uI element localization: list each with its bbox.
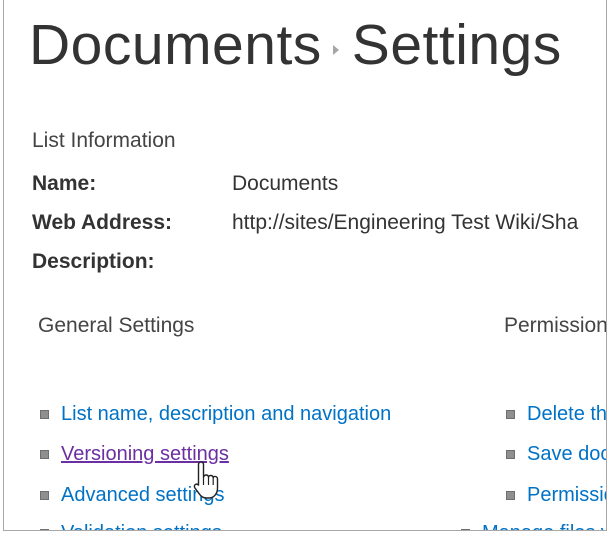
permissions-link[interactable]: Permissio <box>527 483 606 507</box>
page-title: Documents Settings <box>29 8 562 78</box>
permissions-heading: Permission <box>504 314 607 337</box>
name-label: Name: <box>32 172 97 195</box>
delete-list-link[interactable]: Delete th <box>527 402 606 426</box>
square-bullet-icon <box>40 490 49 500</box>
validation-settings-link[interactable]: Validation settings <box>61 521 222 530</box>
chevron-right-icon <box>322 12 352 78</box>
square-bullet-icon <box>461 528 470 530</box>
square-bullet-icon <box>40 409 49 419</box>
description-row: Description: <box>32 250 232 274</box>
web-address-row: Web Address: http://sites/Engineering Tes… <box>32 211 578 235</box>
general-settings-heading: General Settings <box>38 314 195 337</box>
description-label: Description: <box>32 250 155 273</box>
list-information-heading: List Information <box>32 129 176 152</box>
hand-pointer-icon <box>193 461 219 499</box>
square-bullet-icon <box>506 449 515 459</box>
breadcrumb-settings: Settings <box>351 12 562 77</box>
manage-files-link[interactable]: Manage files w <box>482 521 606 530</box>
web-address-label: Web Address: <box>32 211 173 234</box>
list-item: Delete th <box>506 402 606 426</box>
square-bullet-icon <box>40 449 49 459</box>
list-item: Save doc <box>506 442 606 466</box>
list-name-description-navigation-link[interactable]: List name, description and navigation <box>61 402 391 426</box>
list-item: Validation settings <box>40 521 222 530</box>
web-address-value: http://sites/Engineering Test Wiki/Sha <box>232 211 579 234</box>
square-bullet-icon <box>40 528 49 530</box>
breadcrumb-documents[interactable]: Documents <box>29 12 322 78</box>
name-value: Documents <box>232 172 339 195</box>
list-item: List name, description and navigation <box>40 402 391 426</box>
save-document-library-link[interactable]: Save doc <box>527 442 606 466</box>
settings-page: Documents Settings List Information Name:… <box>3 0 607 531</box>
square-bullet-icon <box>506 409 515 419</box>
list-item: Permissio <box>506 483 606 507</box>
list-item: Manage files w <box>461 521 606 530</box>
square-bullet-icon <box>506 490 515 500</box>
name-row: Name: Documents <box>32 172 338 196</box>
